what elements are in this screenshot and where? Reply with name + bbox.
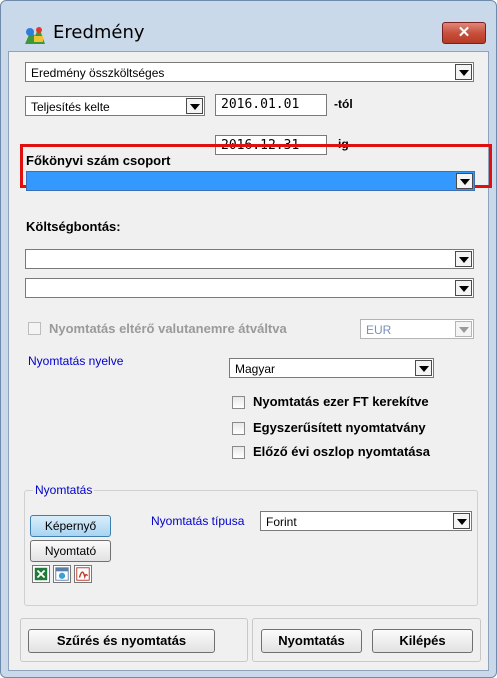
html-icon[interactable]: [53, 565, 71, 583]
chevron-down-icon[interactable]: [455, 64, 472, 80]
option-label-3: Előző évi oszlop nyomtatása: [253, 444, 430, 459]
window-title: Eredmény: [53, 22, 145, 43]
dialog-body: Eredmény összköltséges Teljesítés kelte …: [8, 51, 492, 671]
option-checkbox-1[interactable]: [232, 396, 245, 409]
print-group-legend: Nyomtatás: [33, 483, 95, 497]
language-label: Nyomtatás nyelve: [28, 354, 124, 368]
chevron-down-icon[interactable]: [456, 173, 473, 189]
chevron-down-icon[interactable]: [186, 98, 203, 114]
report-window: Eredmény ✕ Eredmény összköltséges Teljes…: [0, 0, 497, 678]
close-button[interactable]: ✕: [442, 22, 486, 44]
cost-breakdown-select-2[interactable]: [25, 278, 474, 298]
date-type-select[interactable]: Teljesítés kelte: [25, 96, 205, 116]
date-from-input[interactable]: 2016.01.01: [215, 94, 327, 116]
cost-breakdown-select-1[interactable]: [25, 249, 474, 269]
exit-button[interactable]: Kilépés: [372, 629, 473, 653]
print-type-value: Forint: [266, 515, 297, 529]
print-button[interactable]: Nyomtatás: [261, 629, 362, 653]
option-checkbox-3[interactable]: [232, 446, 245, 459]
ledger-group-select[interactable]: [26, 171, 475, 191]
print-type-label: Nyomtatás típusa: [151, 514, 245, 528]
report-type-select[interactable]: Eredmény összköltséges: [25, 62, 474, 82]
chevron-down-icon[interactable]: [415, 360, 432, 376]
language-select[interactable]: Magyar: [229, 358, 434, 378]
pdf-icon[interactable]: [74, 565, 92, 583]
option-label-2: Egyszerűsített nyomtatvány: [253, 420, 426, 435]
app-icon: [25, 27, 45, 44]
date-from-suffix: -tól: [334, 97, 353, 111]
chevron-down-icon[interactable]: [453, 513, 470, 529]
date-type-value: Teljesítés kelte: [31, 100, 110, 114]
filter-print-button[interactable]: Szűrés és nyomtatás: [28, 629, 215, 653]
option-checkbox-2[interactable]: [232, 422, 245, 435]
currency-checkbox[interactable]: [28, 322, 41, 335]
printer-button[interactable]: Nyomtató: [30, 540, 111, 562]
excel-icon[interactable]: [32, 565, 50, 583]
cost-breakdown-label: Költségbontás:: [26, 219, 121, 234]
report-type-value: Eredmény összköltséges: [31, 66, 165, 80]
ledger-group-label: Főkönyvi szám csoport: [26, 153, 171, 168]
screen-button[interactable]: Képernyő: [30, 515, 111, 537]
language-value: Magyar: [235, 362, 276, 376]
chevron-down-icon[interactable]: [455, 321, 472, 337]
currency-label: Nyomtatás eltérő valutanemre átváltva: [49, 321, 287, 336]
currency-value: EUR: [366, 323, 392, 337]
chevron-down-icon[interactable]: [455, 251, 472, 267]
title-bar[interactable]: Eredmény ✕: [1, 1, 496, 45]
chevron-down-icon[interactable]: [455, 280, 472, 296]
print-type-select[interactable]: Forint: [260, 511, 472, 531]
option-label-1: Nyomtatás ezer FT kerekítve: [253, 394, 429, 409]
currency-select[interactable]: EUR: [360, 319, 474, 339]
